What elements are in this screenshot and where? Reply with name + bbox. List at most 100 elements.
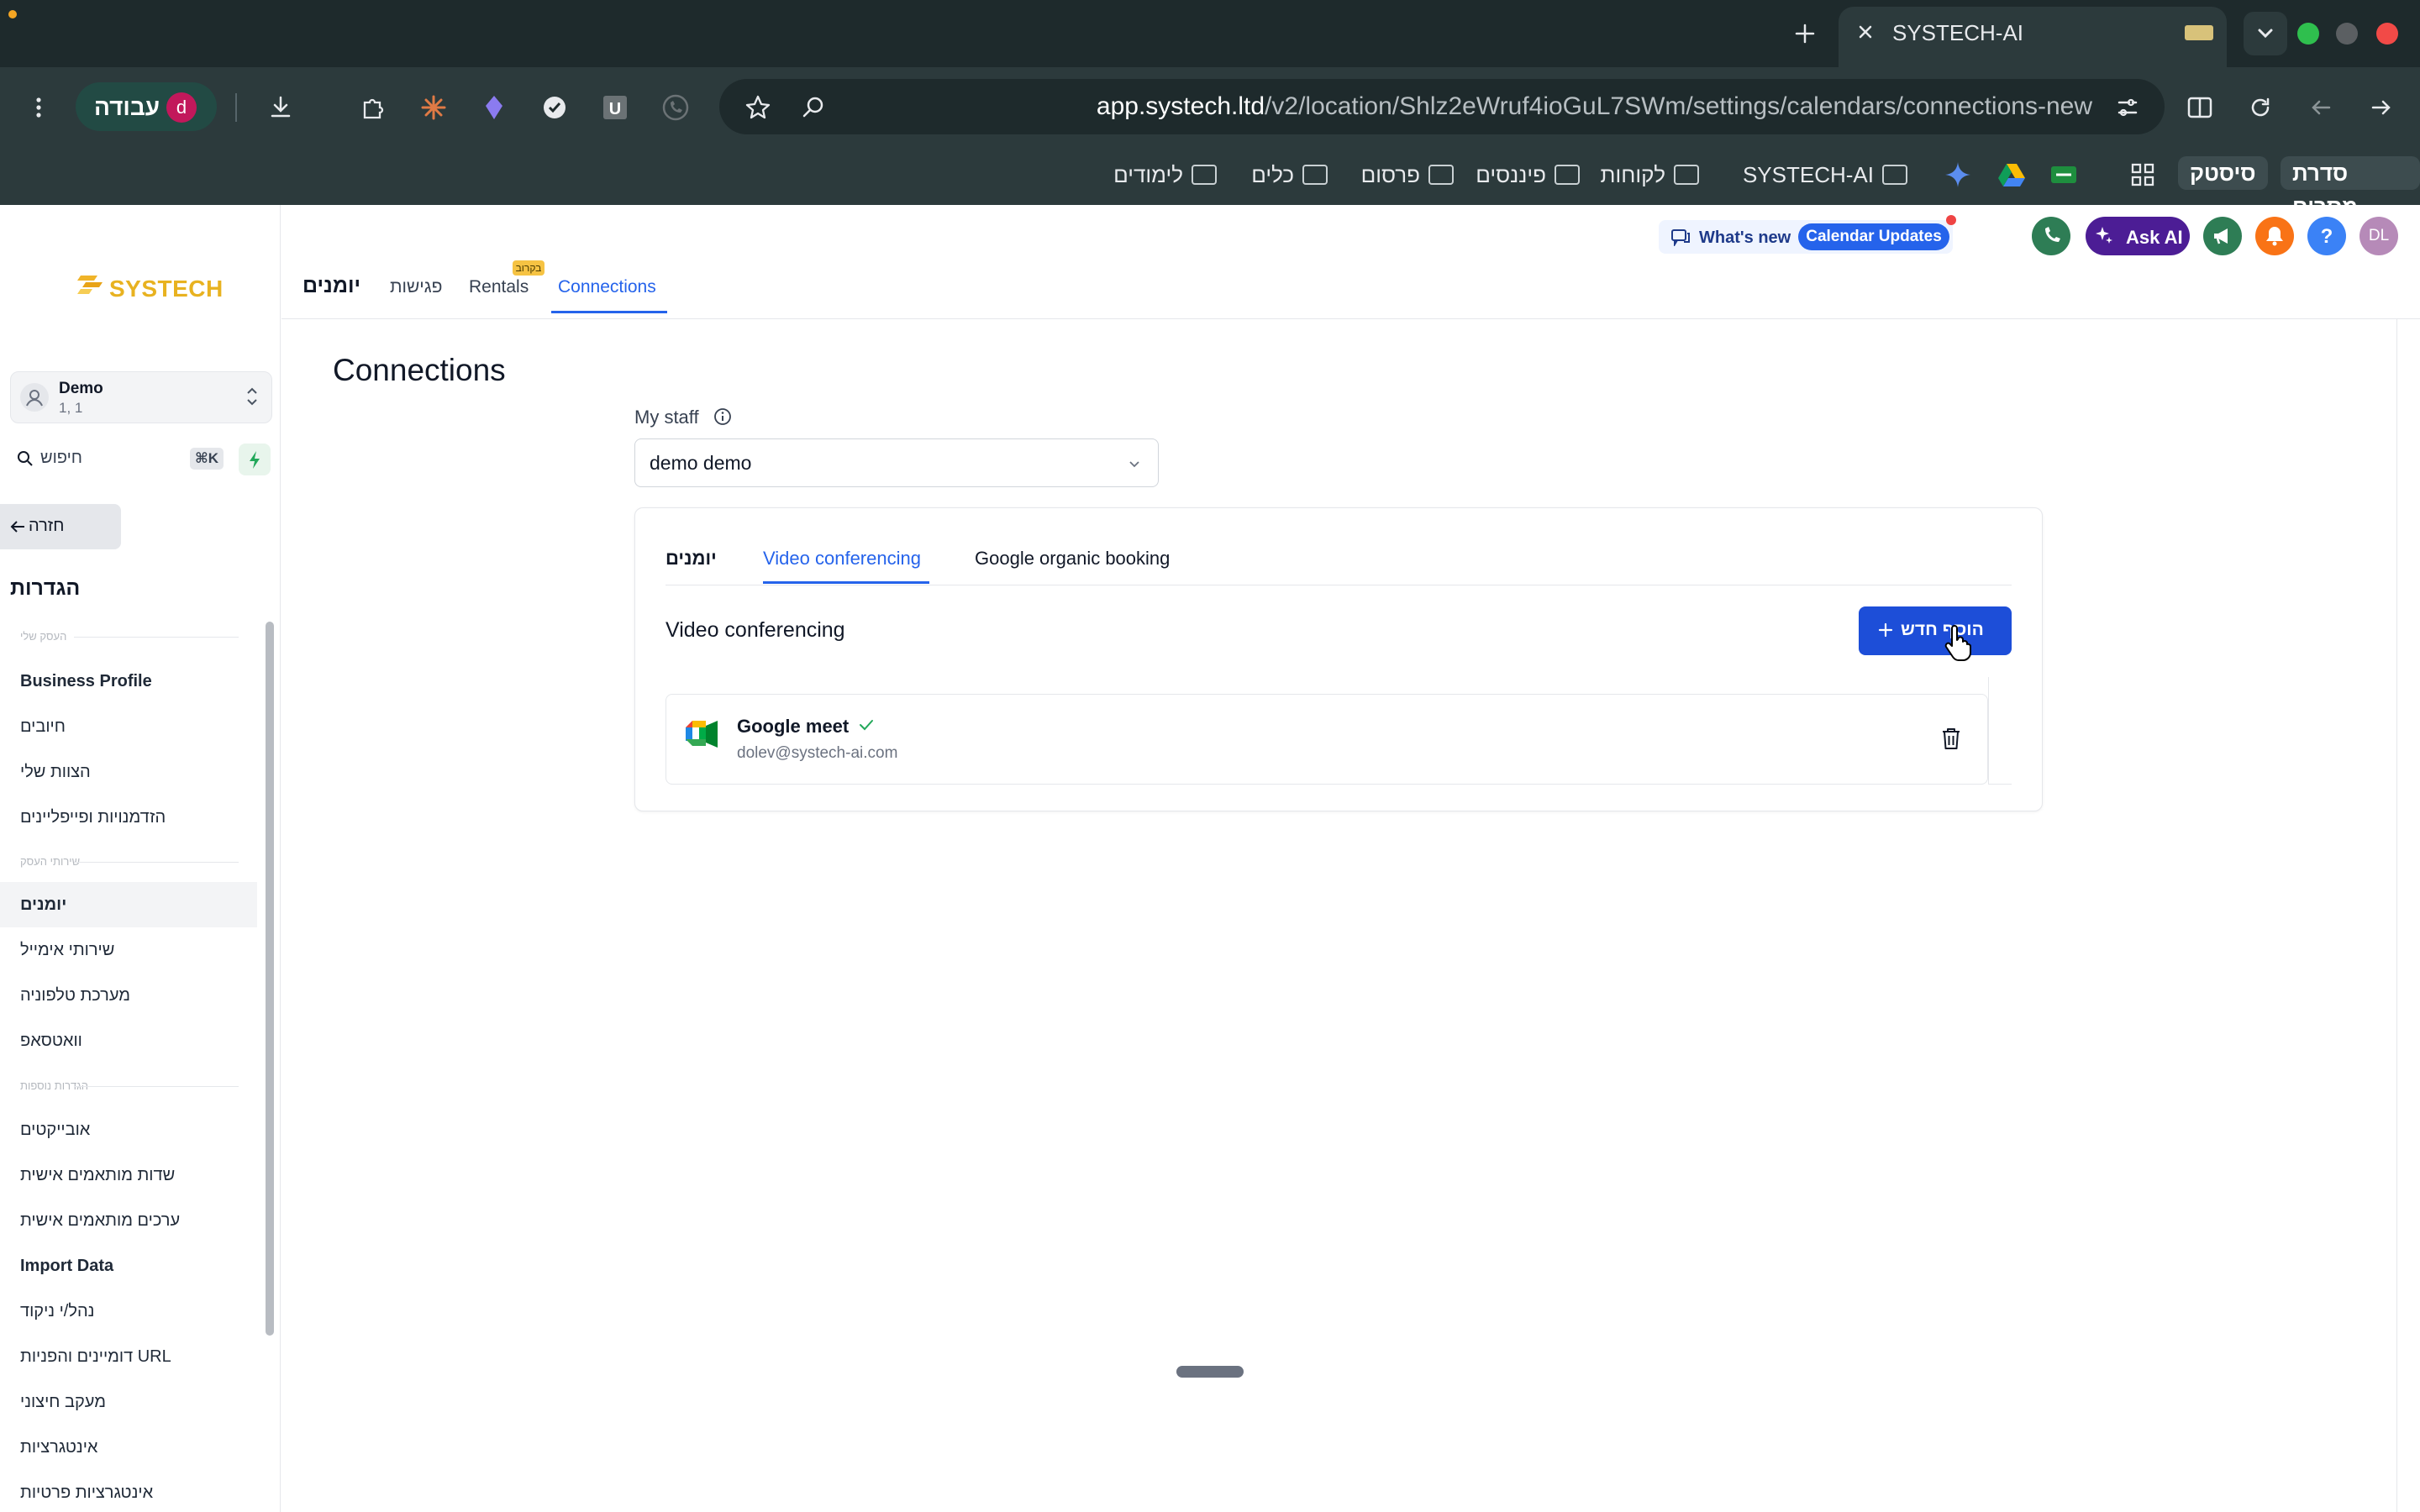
bookmark-pill[interactable]: סדרת מסרים [2281,156,2420,219]
profile-label: עבודה [94,94,160,120]
split-view-icon[interactable] [2185,92,2215,123]
svg-text:U: U [609,100,621,118]
search-icon [17,450,34,467]
sidebar-item-label: חיובים [20,717,66,736]
arrow-left-icon [8,517,27,536]
sidebar-item-label: Import Data [20,1257,114,1275]
trash-icon[interactable] [1939,726,1963,751]
bookmark-pill[interactable]: סיסטק [2178,156,2268,190]
phone-button[interactable] [2032,217,2070,255]
bookmark-label: לימודים [1113,161,1183,187]
info-icon[interactable] [713,407,733,427]
new-tab-button[interactable] [1788,17,1822,50]
tab-title: SYSTECH-AI [1892,20,2024,45]
tab-appointments[interactable]: פגישות [390,277,442,297]
zoom-icon[interactable] [798,92,829,123]
window-close-button[interactable] [2376,23,2398,45]
tab-google-organic-booking[interactable]: Google organic booking [975,548,1170,570]
sidebar-item-label: Business Profile [20,672,152,690]
toolbar-divider [235,93,237,122]
url-text[interactable]: app.systech.ltd/v2/location/Shlz2eWruf4i… [1097,92,2092,121]
announcement-icon [1670,228,1691,246]
hand-cursor-icon [1943,625,1971,662]
sidebar-item-label: הזדמנויות ופייפליינים [20,808,166,827]
bookmark-folder[interactable]: פרסום [1361,158,1454,192]
sidebar-item-label: שירותי אימייל [20,941,115,959]
search-placeholder: חיפוש [40,449,82,467]
sidebar-item-label: אובייקטים [20,1121,91,1139]
bookmark-folder[interactable]: לימודים [1113,158,1217,192]
bookmark-folder[interactable]: לקוחות [1601,158,1699,192]
sidebar-item-label: הצוות שלי [20,763,91,781]
sidebar-item-label: מערכת טלפוניה [20,986,131,1005]
chevron-down-icon [1126,455,1143,472]
check-extension-icon[interactable] [539,92,570,123]
account-switcher[interactable] [10,371,272,423]
tab-calendars-connections[interactable]: יומנים [666,548,717,570]
menu-dots-icon[interactable] [24,92,54,123]
notifications-button[interactable] [2255,217,2294,255]
connection-email: dolev@systech-ai.com [737,744,898,762]
sheets-bookmark-icon[interactable] [2049,160,2079,190]
page-title: Connections [333,353,506,387]
window-maximize-button[interactable] [2297,23,2319,45]
account-subtitle: 1, 1 [59,400,83,416]
back-label: חזרה [29,517,65,535]
claude-extension-icon[interactable] [418,92,449,123]
phone-extension-icon[interactable] [660,92,691,123]
active-tab-indicator [551,311,667,313]
folder-icon [1302,165,1328,185]
chevron-updown-icon [245,385,259,408]
apps-grid-icon[interactable] [2128,160,2158,190]
bookmark-folder[interactable]: כלים [1251,158,1328,192]
gemini-bookmark-icon[interactable] [1943,160,1973,190]
tab-video-conferencing[interactable]: Video conferencing [763,548,921,570]
bookmark-label: פרסום [1360,161,1420,187]
connection-row[interactable] [666,694,1988,785]
extensions-icon[interactable] [358,92,388,123]
user-avatar[interactable]: DL [2360,217,2398,255]
sidebar-item-label: נהל/י ניקוד [20,1302,95,1320]
active-tab-indicator [763,581,929,584]
list-scroll-edge [1988,677,2012,785]
folder-icon [1555,165,1580,185]
quick-actions-button[interactable] [239,444,271,475]
search-shortcut: ⌘K [190,448,224,470]
bookmark-star-icon[interactable] [743,92,773,123]
drag-handle[interactable] [1176,1366,1244,1378]
bookmark-folder[interactable]: SYSTECH-AI [1743,158,1907,192]
tab-rentals[interactable]: Rentals [469,277,529,297]
perplexity-extension-icon[interactable] [479,92,509,123]
account-avatar [20,383,49,412]
close-tab-icon[interactable] [1852,18,1879,45]
tab-calendars[interactable]: יומנים [302,274,360,298]
reload-icon[interactable] [2245,92,2275,123]
google-meet-icon [686,721,718,748]
drive-bookmark-icon[interactable] [1996,160,2027,190]
section-title: Video conferencing [666,618,845,642]
section-divider [74,637,239,638]
connection-name: Google meet [737,716,850,737]
calendar-updates-pill[interactable]: Calendar Updates [1798,223,1949,250]
download-icon[interactable] [266,92,296,123]
window-minimize-button[interactable] [2336,23,2358,45]
back-nav-icon[interactable] [2306,92,2336,123]
u-extension-icon[interactable]: U [600,92,630,123]
folder-icon [1192,165,1217,185]
tab-connections[interactable]: Connections [558,277,656,297]
tab-favicon-icon [2185,25,2213,40]
ask-ai-label: Ask AI [2126,227,2183,248]
tab-list-button[interactable] [2244,12,2287,55]
section-divider [74,1086,239,1087]
site-settings-icon[interactable] [2112,92,2143,123]
sidebar-scrollbar[interactable] [266,622,274,1336]
nav-section-title: העסק שלי [20,630,67,643]
megaphone-button[interactable] [2203,217,2242,255]
bookmark-folder[interactable]: פיננסים [1476,158,1580,192]
help-button[interactable]: ? [2307,217,2346,255]
sidebar-item-label: ערכים מותאמים אישית [20,1211,181,1230]
forward-nav-icon[interactable] [2366,92,2396,123]
bookmark-label: כלים [1251,161,1294,187]
soon-badge: בקרוב [513,260,544,276]
systech-logo-icon [77,272,106,297]
